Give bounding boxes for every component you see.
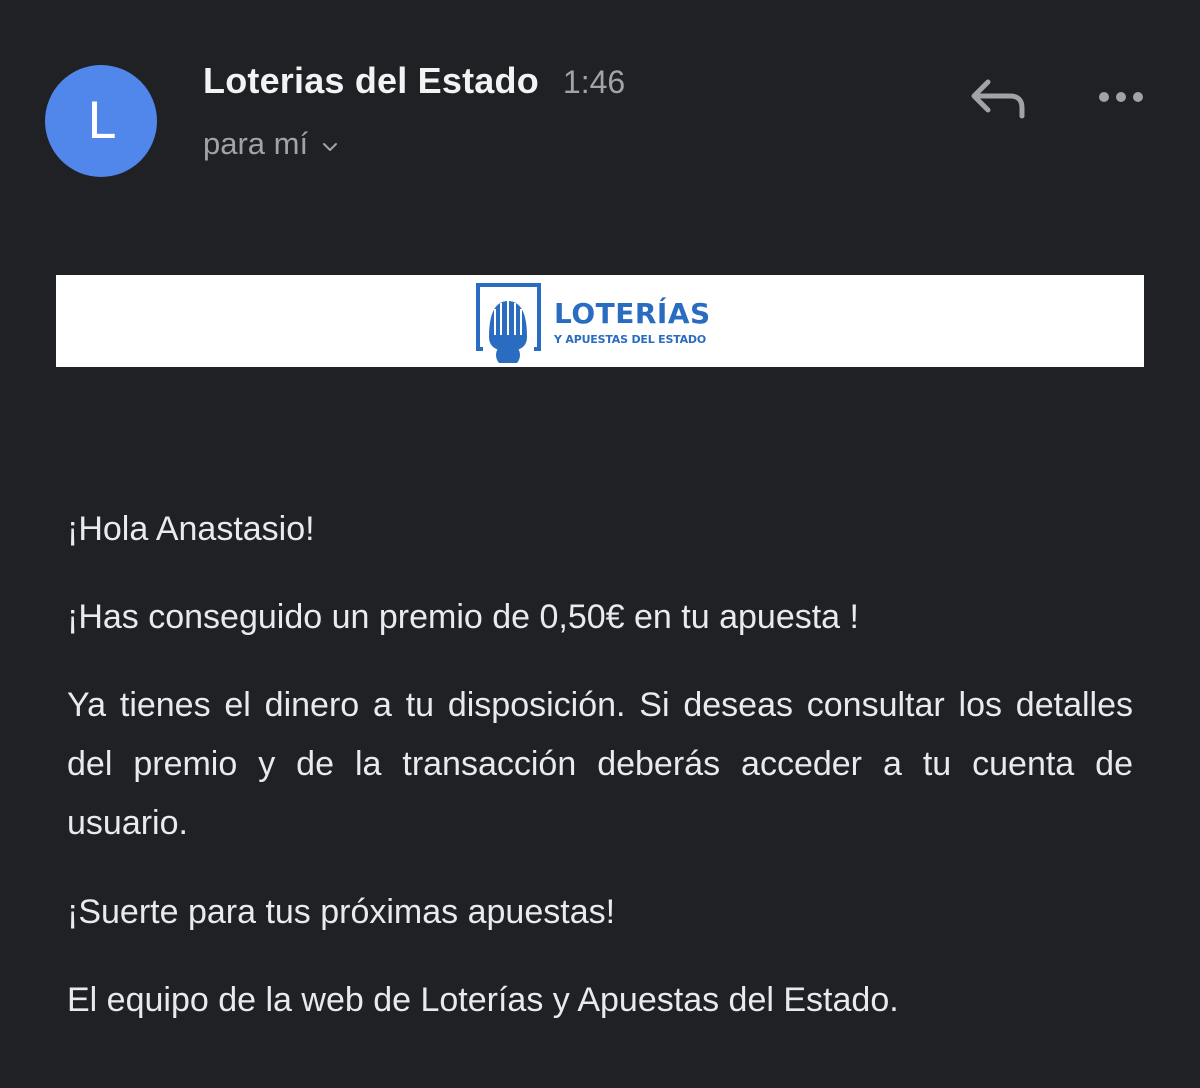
recipient-label: para mí [203,126,309,161]
detail-text: Ya tienes el dinero a tu disposición. Si… [67,686,1133,842]
chevron-down-icon [323,143,338,151]
logo-subtitle: Y APUESTAS DEL ESTADO [554,333,707,346]
reply-icon[interactable] [966,70,1030,126]
greeting-text: ¡Hola Anastasio! [67,510,315,548]
avatar-letter: L [87,92,115,150]
prize-text: ¡Has conseguido un premio de 0,50€ en tu… [67,598,859,636]
sender-row: Loterias del Estado 1:46 [203,60,625,108]
sender-name[interactable]: Loterias del Estado [203,60,539,102]
message-time: 1:46 [562,64,626,100]
luck-text: ¡Suerte para tus próximas apuestas! [67,893,616,931]
more-options-icon[interactable] [1092,82,1152,112]
sender-avatar[interactable]: L [45,65,157,177]
signature-text: El equipo de la web de Loterías y Apuest… [67,981,899,1019]
logo-title: LOTERÍAS [554,297,711,330]
email-banner: LOTERÍAS Y APUESTAS DEL ESTADO [56,275,1144,367]
recipient-details-toggle[interactable]: para mí [203,126,338,162]
